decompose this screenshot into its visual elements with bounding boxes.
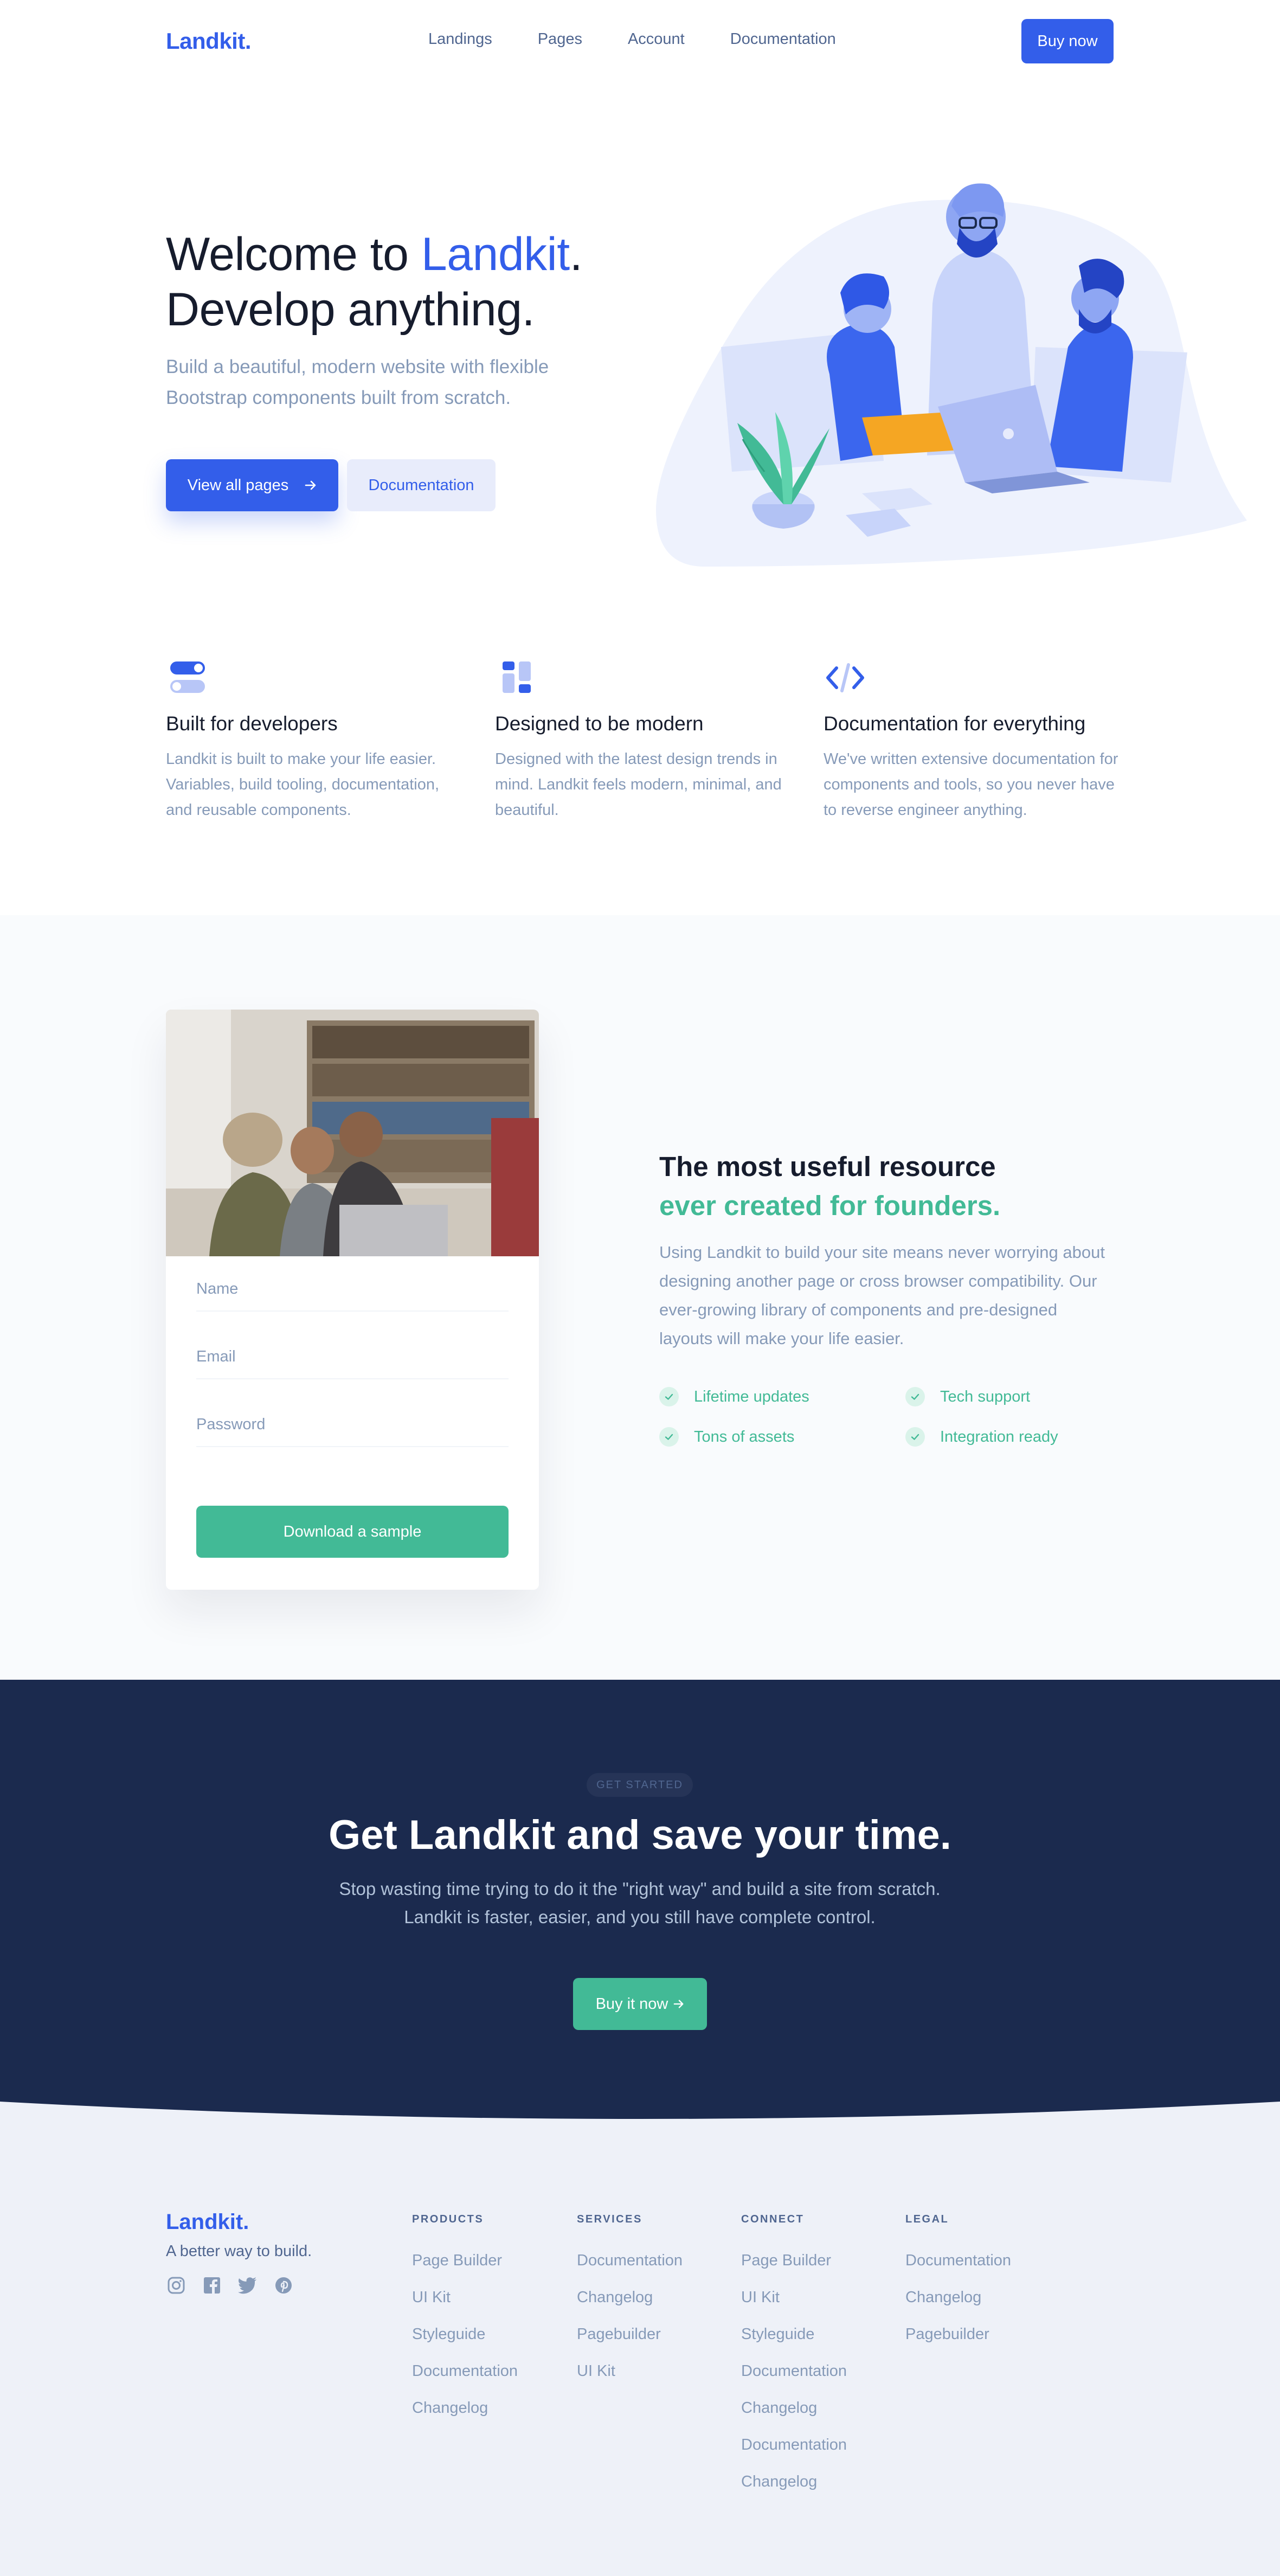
social-links xyxy=(166,2275,294,2296)
footer-column-services: SERVICES Documentation Changelog Pagebui… xyxy=(577,2213,683,2389)
footer-link[interactable]: Changelog xyxy=(741,2389,847,2426)
nav-landings[interactable]: Landings xyxy=(428,30,492,48)
hero-lead: Build a beautiful, modern website with f… xyxy=(166,356,549,408)
pinterest-icon[interactable] xyxy=(273,2275,294,2296)
check-label: Tech support xyxy=(940,1387,1031,1405)
footer-link[interactable]: Documentation xyxy=(741,2426,847,2463)
feature-title: Built for developers xyxy=(166,712,338,735)
footer-link[interactable]: Changelog xyxy=(905,2279,1011,2316)
feature-developers: Built for developers Landkit is built to… xyxy=(166,656,469,823)
team-photo xyxy=(166,1010,539,1256)
documentation-button[interactable]: Documentation xyxy=(347,459,496,511)
brand-logo[interactable]: Landkit. xyxy=(166,28,252,54)
check-label: Lifetime updates xyxy=(694,1387,809,1405)
twitter-icon[interactable] xyxy=(237,2275,258,2296)
check-item: Tons of assets xyxy=(659,1427,794,1447)
footer-link[interactable]: Changelog xyxy=(741,2463,847,2500)
footer-link[interactable]: Changelog xyxy=(412,2389,518,2426)
feature-modern: Designed to be modern Designed with the … xyxy=(495,656,799,823)
footer-link[interactable]: Page Builder xyxy=(412,2242,518,2279)
password-input[interactable] xyxy=(196,1403,509,1446)
feature-text: Designed with the latest design trends i… xyxy=(495,750,782,819)
hero-title: Welcome to Landkit. Develop anything. xyxy=(166,228,583,336)
view-all-pages-button[interactable]: View all pages xyxy=(166,459,338,511)
about-title-accent: ever created for founders. xyxy=(659,1190,1001,1221)
footer-column-heading: LEGAL xyxy=(905,2213,949,2225)
facebook-icon[interactable] xyxy=(202,2275,222,2296)
nav-pages[interactable]: Pages xyxy=(538,30,582,48)
get-started-badge: GET STARTED xyxy=(587,1773,693,1797)
buy-it-now-label: Buy it now xyxy=(595,1995,668,2013)
hero-title-accent: Landkit xyxy=(421,228,570,280)
footer-tagline: A better way to build. xyxy=(166,2243,312,2260)
feature-text: We've written extensive documentation fo… xyxy=(824,750,1118,819)
footer-link[interactable]: Documentation xyxy=(577,2242,683,2279)
email-field[interactable] xyxy=(196,1335,509,1379)
check-icon xyxy=(905,1387,925,1406)
footer-link[interactable]: Pagebuilder xyxy=(905,2316,1011,2353)
footer-curve xyxy=(0,2098,1280,2119)
footer-link[interactable]: UI Kit xyxy=(412,2279,518,2316)
buy-it-now-button[interactable]: Buy it now xyxy=(573,1978,707,2030)
password-field[interactable] xyxy=(196,1403,509,1447)
check-icon xyxy=(659,1427,679,1447)
footer-link[interactable]: Documentation xyxy=(741,2353,847,2389)
instagram-icon[interactable] xyxy=(166,2275,186,2296)
check-label: Integration ready xyxy=(940,1428,1058,1446)
feature-documentation: Documentation for everything We've writt… xyxy=(824,656,1127,823)
name-field[interactable] xyxy=(196,1267,509,1312)
layout-icon xyxy=(503,661,531,693)
footer-link[interactable]: Pagebuilder xyxy=(577,2316,683,2353)
footer-link[interactable]: Documentation xyxy=(412,2353,518,2389)
about-lead: Using Landkit to build your site means n… xyxy=(659,1243,1105,1348)
download-sample-button[interactable]: Download a sample xyxy=(196,1506,509,1558)
cta-title: Get Landkit and save your time. xyxy=(329,1812,951,1858)
footer-column-connect: CONNECT Page Builder UI Kit Styleguide D… xyxy=(741,2213,847,2500)
arrow-right-icon xyxy=(305,480,316,490)
footer-link[interactable]: Page Builder xyxy=(741,2242,847,2279)
buy-now-button[interactable]: Buy now xyxy=(1021,19,1114,63)
feature-text: Landkit is built to make your life easie… xyxy=(166,750,440,819)
arrow-right-icon xyxy=(674,2000,684,2008)
footer-link[interactable]: Styleguide xyxy=(412,2316,518,2353)
footer-brand[interactable]: Landkit. xyxy=(166,2210,249,2234)
footer-column-heading: CONNECT xyxy=(741,2213,805,2225)
check-item: Integration ready xyxy=(905,1427,1058,1447)
footer-link[interactable]: Changelog xyxy=(577,2279,683,2316)
footer-link[interactable]: UI Kit xyxy=(577,2353,683,2389)
footer-link[interactable]: UI Kit xyxy=(741,2279,847,2316)
check-item: Lifetime updates xyxy=(659,1387,809,1406)
check-label: Tons of assets xyxy=(694,1428,795,1446)
signup-card: Download a sample xyxy=(166,1010,539,1590)
footer-column-heading: SERVICES xyxy=(577,2213,642,2225)
cta-lead: Stop wasting time trying to do it the "r… xyxy=(339,1879,941,1927)
about-title: The most useful resource ever created fo… xyxy=(659,1147,1147,1225)
check-item: Tech support xyxy=(905,1387,1030,1406)
navbar: Landkit. Landings Pages Account Document… xyxy=(0,0,1280,82)
check-icon xyxy=(905,1427,925,1447)
footer-column-products: PRODUCTS Page Builder UI Kit Styleguide … xyxy=(412,2213,518,2426)
footer-column-heading: PRODUCTS xyxy=(412,2213,484,2225)
email-input[interactable] xyxy=(196,1335,509,1378)
footer-link[interactable]: Styleguide xyxy=(741,2316,847,2353)
nav-documentation[interactable]: Documentation xyxy=(730,30,836,48)
footer-link[interactable]: Documentation xyxy=(905,2242,1011,2279)
footer-column-legal: LEGAL Documentation Changelog Pagebuilde… xyxy=(905,2213,1011,2353)
toggle-icon xyxy=(170,661,205,693)
main-nav: Landings Pages Account Documentation xyxy=(428,30,882,48)
nav-account[interactable]: Account xyxy=(628,30,685,48)
check-icon xyxy=(659,1387,679,1406)
feature-title: Designed to be modern xyxy=(495,712,704,735)
view-all-pages-label: View all pages xyxy=(187,476,289,494)
name-input[interactable] xyxy=(196,1267,509,1311)
team-illustration xyxy=(656,183,1247,567)
feature-title: Documentation for everything xyxy=(824,712,1086,735)
code-icon xyxy=(826,663,864,692)
